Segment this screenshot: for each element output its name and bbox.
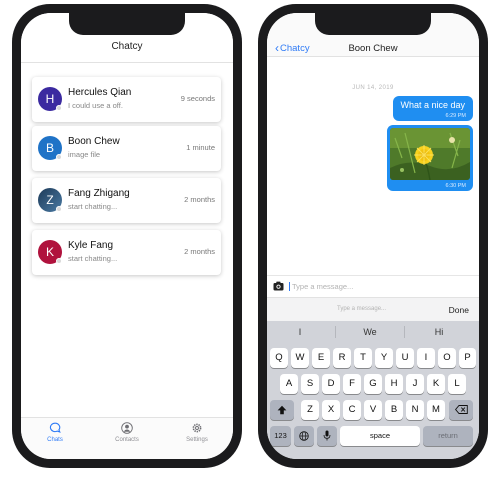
key-k[interactable]: K xyxy=(427,374,445,394)
key-l[interactable]: L xyxy=(448,374,466,394)
key-s[interactable]: S xyxy=(301,374,319,394)
key-e[interactable]: E xyxy=(312,348,330,368)
suggestion-item[interactable]: Hi xyxy=(406,327,472,337)
chat-name: Fang Zhigang xyxy=(68,188,130,199)
phone-chat-list: Chatcy H Hercules Qian I could use a off… xyxy=(12,4,242,468)
microphone-icon xyxy=(323,430,331,441)
conversation-screen: ‹Chatcy Boon Chew JUN 14, 2019 What a ni… xyxy=(267,13,479,459)
chat-preview: start chatting... xyxy=(68,254,118,263)
backspace-icon xyxy=(454,405,468,414)
chat-time: 2 months xyxy=(184,247,215,256)
key-c[interactable]: C xyxy=(343,400,361,420)
delete-key[interactable] xyxy=(449,400,473,420)
message-input[interactable]: Type a message... xyxy=(289,282,353,291)
key-z[interactable]: Z xyxy=(301,400,319,420)
chat-name: Boon Chew xyxy=(68,136,120,147)
shift-key[interactable] xyxy=(270,400,294,420)
tab-settings[interactable]: Settings xyxy=(167,422,227,443)
divider xyxy=(404,326,405,338)
return-key[interactable]: return xyxy=(423,426,473,446)
suggestion-item[interactable]: We xyxy=(337,327,403,337)
done-button[interactable]: Done xyxy=(449,305,469,315)
presence-dot xyxy=(56,206,62,212)
key-n[interactable]: N xyxy=(406,400,424,420)
key-u[interactable]: U xyxy=(396,348,414,368)
tab-label: Settings xyxy=(186,437,208,443)
key-f[interactable]: F xyxy=(343,374,361,394)
presence-dot xyxy=(56,105,62,111)
notch xyxy=(315,13,431,35)
key-w[interactable]: W xyxy=(291,348,309,368)
chat-item-kyle-fang[interactable]: K Kyle Fang start chatting... 2 months xyxy=(32,230,221,275)
message-time: 6:29 PM xyxy=(445,113,466,119)
suggestion-item[interactable]: I xyxy=(267,327,333,337)
chat-time: 9 seconds xyxy=(180,94,215,103)
message-text: What a nice day xyxy=(400,100,465,110)
message-bubble-text[interactable]: What a nice day 6:29 PM xyxy=(393,96,473,121)
page-title: Chatcy xyxy=(111,41,143,52)
chat-preview: start chatting... xyxy=(68,202,118,211)
chat-item-hercules-qian[interactable]: H Hercules Qian I could use a off. 9 sec… xyxy=(32,77,221,122)
key-b[interactable]: B xyxy=(385,400,403,420)
tab-chats[interactable]: Chats xyxy=(25,422,85,443)
key-x[interactable]: X xyxy=(322,400,340,420)
message-time: 6:30 PM xyxy=(445,183,466,189)
tab-label: Chats xyxy=(47,437,63,443)
shift-arrow-icon xyxy=(277,405,287,415)
keyboard: I We Hi Q W E R T Y U I O P A S D F G H … xyxy=(267,321,479,459)
chat-time: 2 months xyxy=(184,195,215,204)
keyboard-accessory-bar: Type a message... Done xyxy=(267,297,479,321)
key-m[interactable]: M xyxy=(427,400,445,420)
dandelion-photo[interactable] xyxy=(390,128,470,180)
presence-dot xyxy=(56,258,62,264)
key-q[interactable]: Q xyxy=(270,348,288,368)
tab-bar: Chats Contacts Settings xyxy=(21,417,233,459)
divider xyxy=(335,326,336,338)
key-o[interactable]: O xyxy=(438,348,456,368)
key-a[interactable]: A xyxy=(280,374,298,394)
key-p[interactable]: P xyxy=(459,348,476,368)
chat-preview: image file xyxy=(68,150,101,159)
key-d[interactable]: D xyxy=(322,374,340,394)
notch xyxy=(69,13,185,35)
key-t[interactable]: T xyxy=(354,348,372,368)
key-h[interactable]: H xyxy=(385,374,403,394)
message-composer: Type a message... xyxy=(267,275,479,297)
chat-item-fang-zhigang[interactable]: Z Fang Zhigang start chatting... 2 month… xyxy=(32,178,221,223)
suggestion-bar: I We Hi xyxy=(267,321,479,343)
key-v[interactable]: V xyxy=(364,400,382,420)
chat-bubble-icon xyxy=(49,422,61,433)
accessory-input[interactable]: Type a message... xyxy=(337,306,386,312)
chat-list: H Hercules Qian I could use a off. 9 sec… xyxy=(21,63,233,417)
chat-time: 1 minute xyxy=(186,143,215,152)
globe-key[interactable] xyxy=(294,426,314,446)
space-key[interactable]: space xyxy=(340,426,420,446)
tab-contacts[interactable]: Contacts xyxy=(97,422,157,443)
key-i[interactable]: I xyxy=(417,348,435,368)
key-g[interactable]: G xyxy=(364,374,382,394)
chat-name: Kyle Fang xyxy=(68,240,114,251)
key-j[interactable]: J xyxy=(406,374,424,394)
message-bubble-image[interactable]: 6:30 PM xyxy=(387,125,473,191)
tab-label: Contacts xyxy=(115,437,139,443)
dictation-key[interactable] xyxy=(317,426,337,446)
key-r[interactable]: R xyxy=(333,348,351,368)
chat-item-boon-chew[interactable]: B Boon Chew image file 1 minute xyxy=(32,126,221,171)
chat-preview: I could use a off. xyxy=(68,101,123,110)
page-title: Boon Chew xyxy=(348,43,398,54)
presence-dot xyxy=(56,154,62,160)
date-separator: JUN 14, 2019 xyxy=(352,85,394,91)
phone-conversation: ‹Chatcy Boon Chew JUN 14, 2019 What a ni… xyxy=(258,4,488,468)
globe-icon xyxy=(299,431,309,441)
person-icon xyxy=(121,422,133,434)
chat-list-screen: Chatcy H Hercules Qian I could use a off… xyxy=(21,13,233,459)
numbers-key[interactable]: 123 xyxy=(270,426,291,446)
camera-icon[interactable] xyxy=(273,281,284,291)
chat-name: Hercules Qian xyxy=(68,87,132,98)
key-y[interactable]: Y xyxy=(375,348,393,368)
gear-icon xyxy=(192,423,202,433)
